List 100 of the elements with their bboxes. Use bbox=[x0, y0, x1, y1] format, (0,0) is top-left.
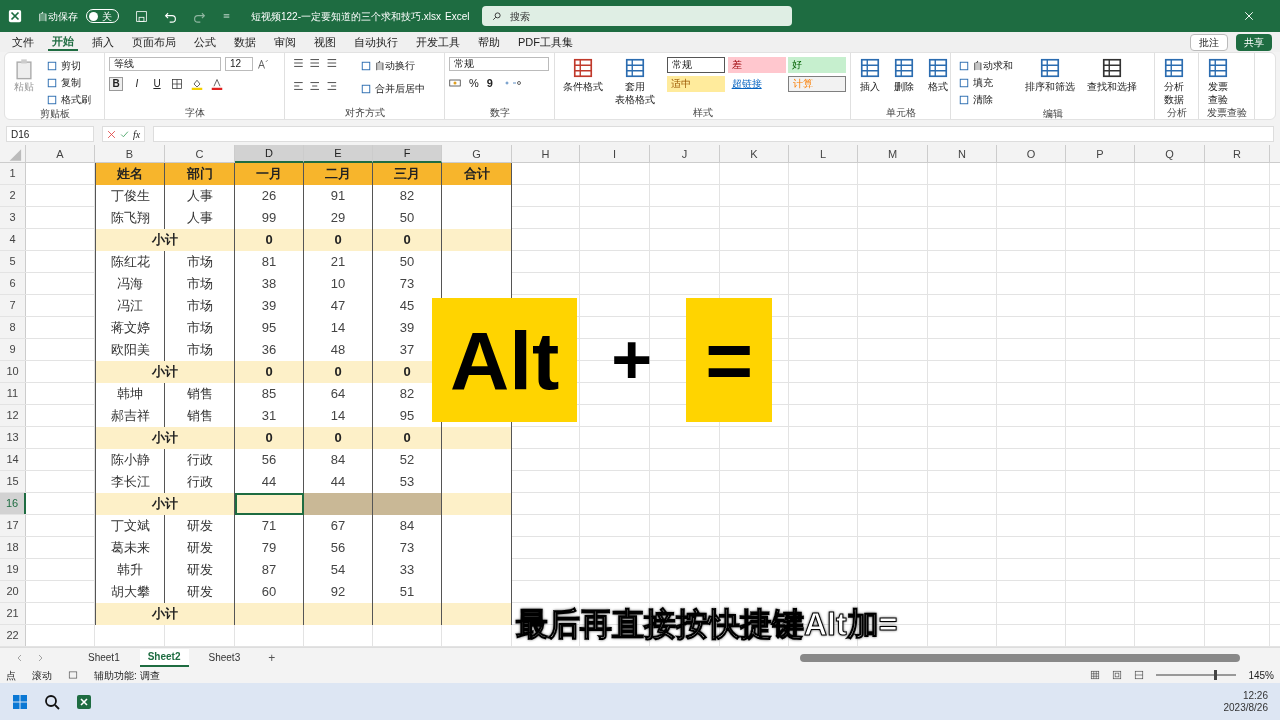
borders-icon[interactable] bbox=[171, 78, 183, 90]
italic-button[interactable]: I bbox=[131, 77, 143, 91]
cut-button[interactable]: 剪切 bbox=[43, 57, 95, 74]
save-icon[interactable] bbox=[135, 9, 148, 23]
conditional-format-button[interactable]: 条件格式 bbox=[559, 57, 607, 92]
cancel-icon[interactable] bbox=[107, 129, 116, 139]
clear-button[interactable]: 清除 bbox=[955, 91, 1017, 108]
menu-tab[interactable]: 文件 bbox=[8, 33, 38, 51]
search-icon[interactable] bbox=[44, 693, 60, 710]
font-size-field[interactable]: 12 bbox=[225, 57, 253, 71]
wrap-text-button[interactable]: 自动换行 bbox=[357, 57, 419, 74]
row-header[interactable]: 3 bbox=[0, 207, 26, 228]
font-color-icon[interactable] bbox=[211, 78, 223, 90]
row-header[interactable]: 14 bbox=[0, 449, 26, 470]
insert-function-button[interactable]: fx bbox=[133, 126, 141, 142]
row-header[interactable]: 17 bbox=[0, 515, 26, 536]
column-header[interactable]: M bbox=[858, 145, 928, 163]
column-header[interactable]: H bbox=[512, 145, 580, 163]
zoom-slider-thumb[interactable] bbox=[1214, 670, 1217, 680]
fill-color-icon[interactable] bbox=[191, 78, 203, 90]
row-header[interactable]: 5 bbox=[0, 251, 26, 272]
menu-tab[interactable]: 自动执行 bbox=[350, 33, 402, 51]
add-sheet-button[interactable]: + bbox=[260, 648, 284, 667]
column-header[interactable]: Q bbox=[1135, 145, 1205, 163]
copy-button[interactable]: 复制 bbox=[43, 74, 95, 91]
row-header[interactable]: 21 bbox=[0, 603, 26, 624]
row-header[interactable]: 10 bbox=[0, 361, 26, 382]
menu-tab[interactable]: 开发工具 bbox=[412, 33, 464, 51]
percent-button[interactable]: % bbox=[469, 77, 479, 89]
column-header[interactable]: R bbox=[1205, 145, 1270, 163]
formula-input[interactable] bbox=[153, 126, 1274, 142]
underline-button[interactable]: U bbox=[151, 77, 163, 91]
row-header[interactable]: 12 bbox=[0, 405, 26, 426]
excel-taskbar-icon[interactable] bbox=[76, 693, 92, 710]
column-header[interactable]: N bbox=[928, 145, 997, 163]
insert-cells-button[interactable]: 插入 bbox=[855, 57, 885, 92]
column-header[interactable]: F bbox=[373, 145, 442, 163]
cell-style-option[interactable]: 差 bbox=[727, 57, 786, 73]
fill-button[interactable]: 填充 bbox=[955, 74, 1017, 91]
analyze-data-button[interactable]: 分析 数据 bbox=[1159, 57, 1189, 105]
row-header[interactable]: 4 bbox=[0, 229, 26, 250]
currency-icon[interactable] bbox=[449, 77, 461, 89]
row-header[interactable]: 6 bbox=[0, 273, 26, 294]
autosum-button[interactable]: 自动求和 bbox=[955, 57, 1017, 74]
page-layout-icon[interactable] bbox=[1112, 670, 1123, 680]
row-header[interactable]: 7 bbox=[0, 295, 26, 316]
number-format-field[interactable]: 常规 bbox=[449, 57, 549, 71]
menu-tab[interactable]: 页面布局 bbox=[128, 33, 180, 51]
menu-tab[interactable]: 数据 bbox=[230, 33, 260, 51]
grow-font-icon[interactable] bbox=[257, 58, 269, 70]
row-header[interactable]: 18 bbox=[0, 537, 26, 558]
table-format-button[interactable]: 套用 表格格式 bbox=[611, 57, 659, 105]
column-header[interactable]: D bbox=[235, 145, 304, 163]
column-header[interactable]: O bbox=[997, 145, 1066, 163]
normal-view-icon[interactable] bbox=[1090, 670, 1101, 680]
column-header[interactable]: I bbox=[580, 145, 650, 163]
sheet-tab[interactable]: Sheet3 bbox=[200, 648, 249, 667]
cell-style-option[interactable]: 常规 bbox=[667, 57, 725, 73]
sheet-tab[interactable]: Sheet2 bbox=[139, 648, 189, 667]
menu-tab[interactable]: 审阅 bbox=[270, 33, 300, 51]
menu-tab[interactable]: 帮助 bbox=[474, 33, 504, 51]
merge-center-button[interactable]: 合并后居中 bbox=[357, 80, 429, 97]
cell-style-option[interactable]: 适中 bbox=[667, 76, 725, 92]
page-break-icon[interactable] bbox=[1134, 670, 1145, 680]
name-box[interactable]: D16 bbox=[6, 126, 94, 142]
sheet-tab[interactable]: Sheet1 bbox=[80, 648, 128, 667]
find-select-button[interactable]: 查找和选择 bbox=[1083, 57, 1141, 92]
menu-tab[interactable]: PDF工具集 bbox=[514, 33, 577, 51]
format-cells-button[interactable]: 格式 bbox=[923, 57, 953, 92]
share-button[interactable]: 共享 bbox=[1236, 33, 1272, 51]
cell-style-option[interactable]: 好 bbox=[788, 57, 847, 73]
delete-cells-button[interactable]: 删除 bbox=[889, 57, 919, 92]
bold-button[interactable]: B bbox=[109, 77, 123, 91]
row-header[interactable]: 11 bbox=[0, 383, 26, 404]
accessibility-status[interactable]: 辅助功能: 调查 bbox=[94, 667, 160, 683]
column-header[interactable]: L bbox=[789, 145, 858, 163]
invoice-check-button[interactable]: 发票 查验 bbox=[1203, 57, 1233, 105]
row-header[interactable]: 1 bbox=[0, 163, 26, 184]
row-header[interactable]: 9 bbox=[0, 339, 26, 360]
column-header[interactable]: A bbox=[26, 145, 95, 163]
row-header[interactable]: 22 bbox=[0, 625, 26, 646]
search-field[interactable]: 搜索 bbox=[482, 6, 792, 26]
row-header[interactable]: 8 bbox=[0, 317, 26, 338]
font-name-field[interactable]: 等线 bbox=[109, 57, 221, 71]
sort-filter-button[interactable]: 排序和筛选 bbox=[1021, 57, 1079, 92]
comment-button[interactable]: 批注 bbox=[1190, 33, 1228, 51]
column-header[interactable]: K bbox=[720, 145, 789, 163]
windows-start-icon[interactable] bbox=[12, 693, 28, 710]
column-header[interactable]: J bbox=[650, 145, 720, 163]
row-header[interactable]: 20 bbox=[0, 581, 26, 602]
menu-tab[interactable]: 插入 bbox=[88, 33, 118, 51]
close-icon[interactable] bbox=[1244, 11, 1254, 21]
row-header[interactable]: 2 bbox=[0, 185, 26, 206]
row-header[interactable]: 19 bbox=[0, 559, 26, 580]
column-header[interactable]: E bbox=[304, 145, 373, 163]
menu-tab[interactable]: 视图 bbox=[310, 33, 340, 51]
row-header[interactable]: 15 bbox=[0, 471, 26, 492]
row-header[interactable]: 16 bbox=[0, 493, 26, 514]
horizontal-scrollbar[interactable] bbox=[800, 653, 1240, 662]
format-painter-button[interactable]: 格式刷 bbox=[43, 91, 95, 108]
